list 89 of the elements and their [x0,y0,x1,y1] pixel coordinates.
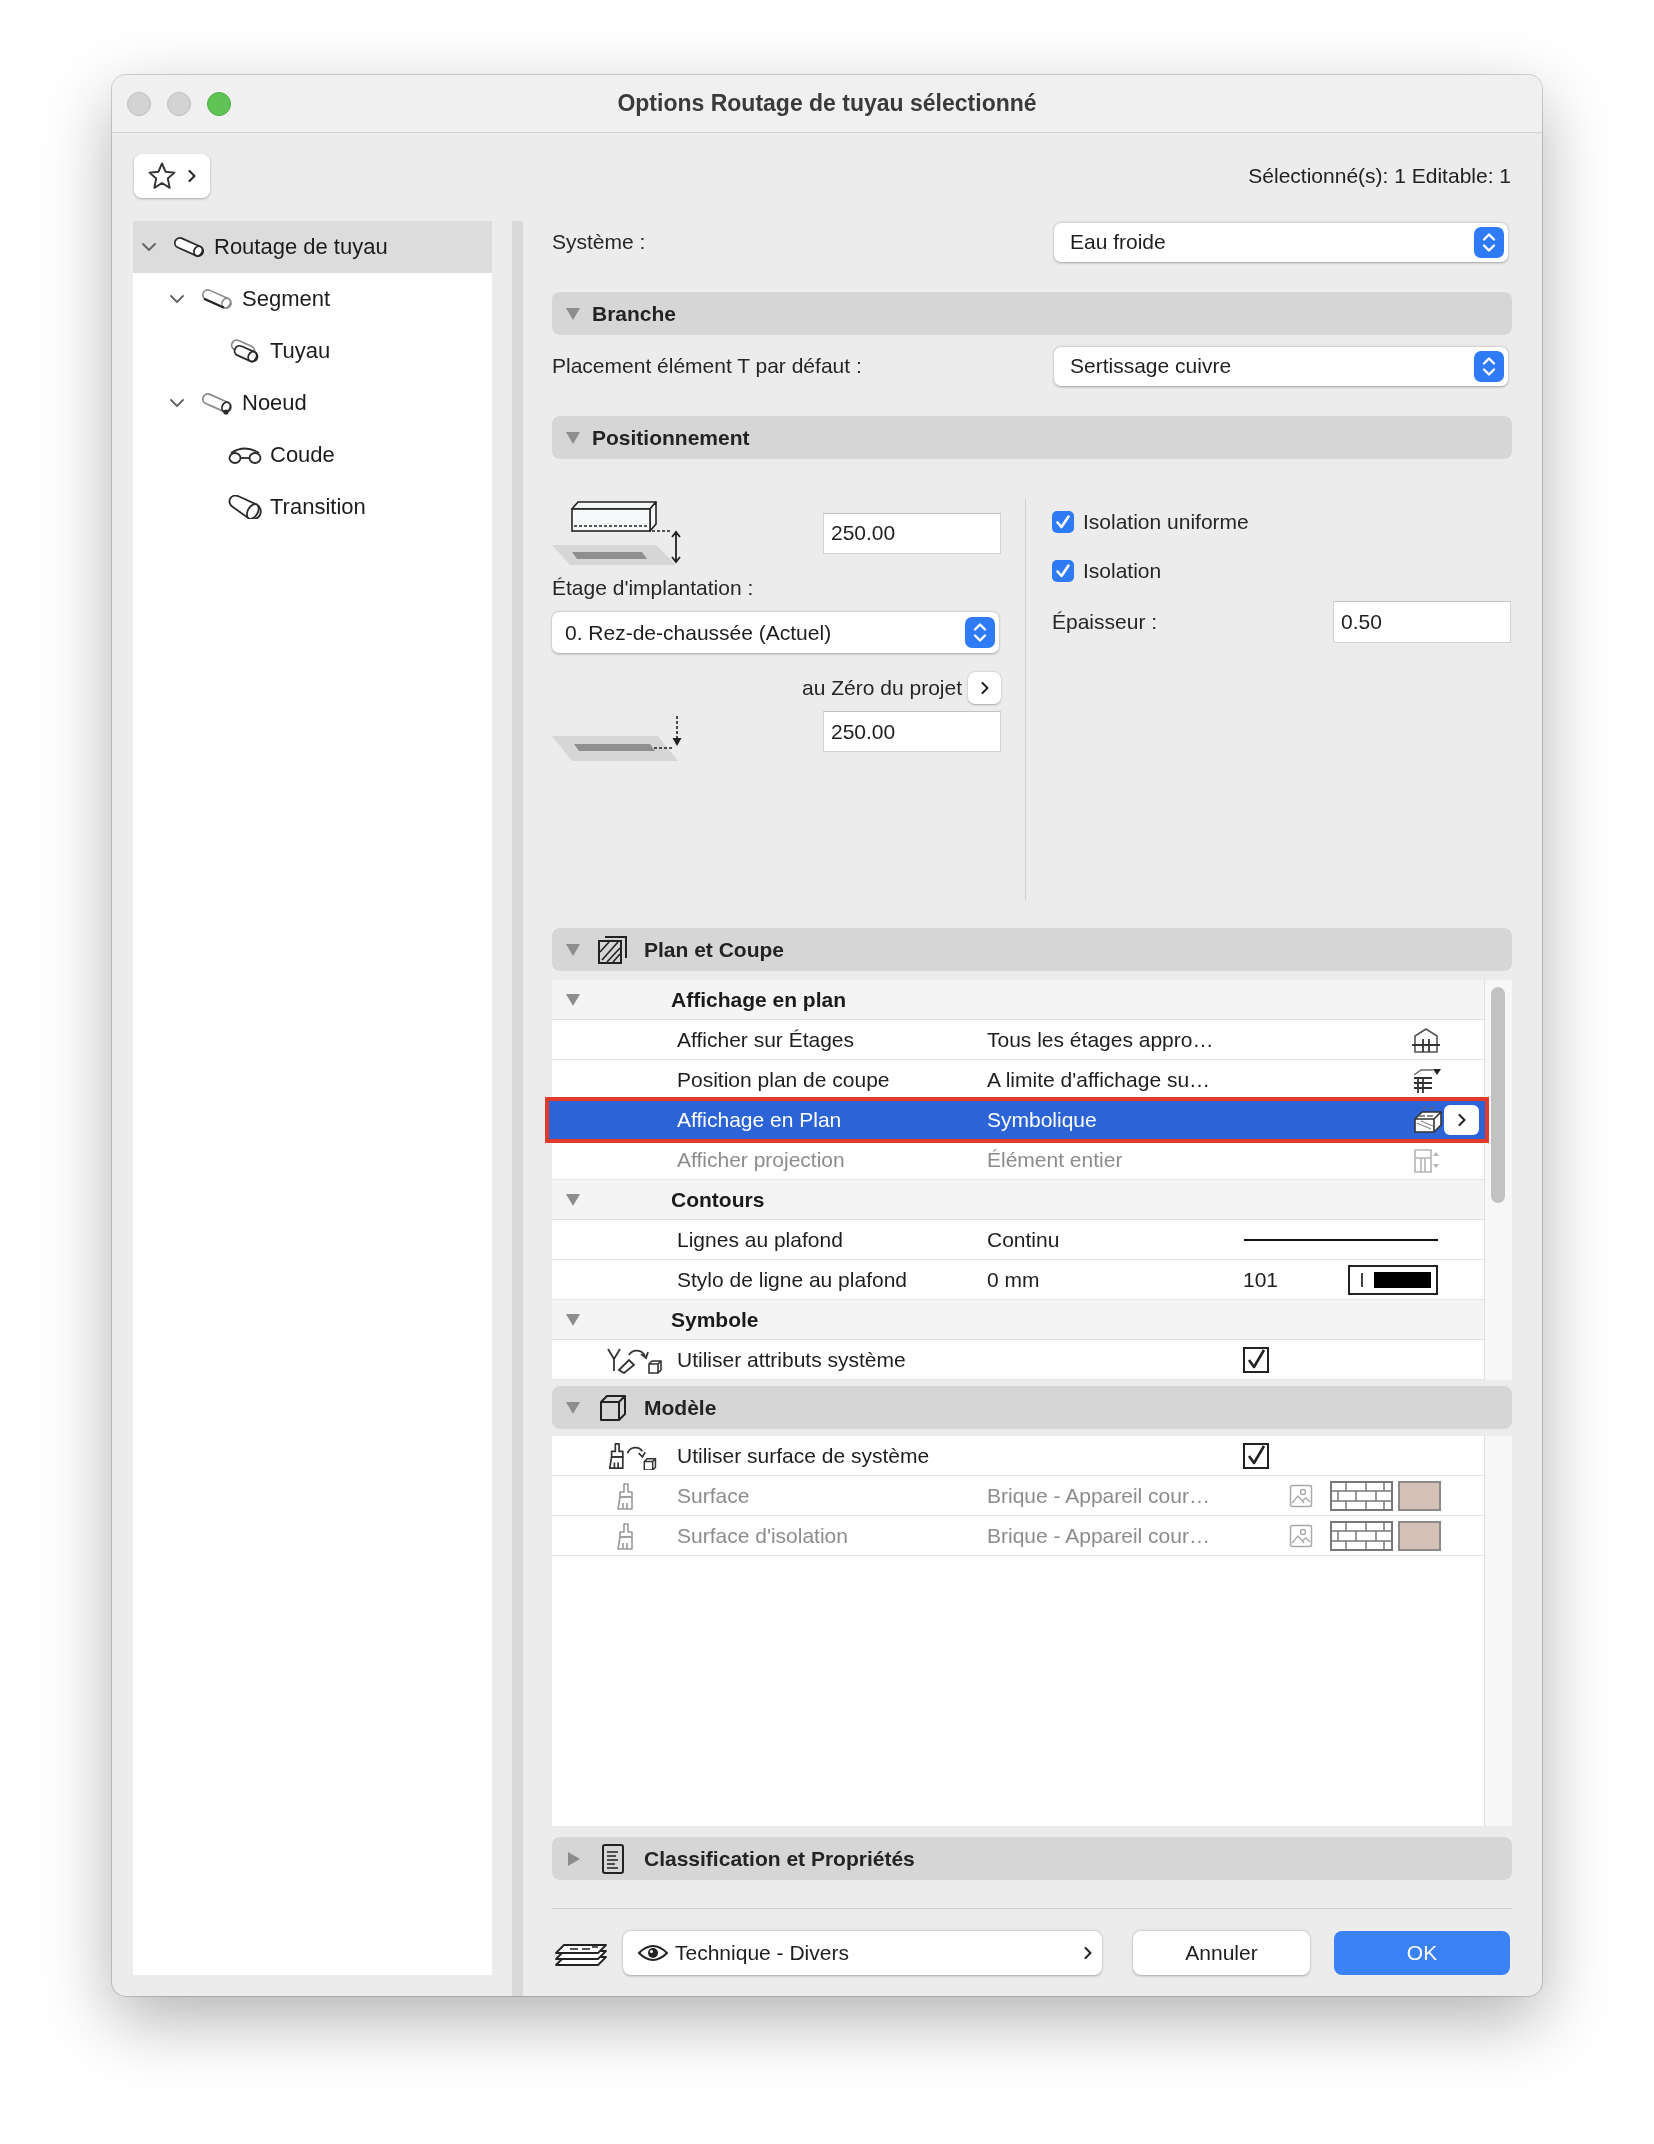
disclosure-triangle-icon[interactable] [565,1192,581,1207]
zoom-button[interactable] [207,91,231,116]
checkbox[interactable] [1243,1442,1269,1469]
reference-button[interactable] [968,672,1001,704]
disclosure-triangle-icon[interactable] [565,942,581,957]
property-name: Utiliser surface de système [677,1443,931,1468]
image-icon [1289,1483,1313,1508]
section-header[interactable]: Positionnement [552,416,1512,459]
disclosure-triangle-icon[interactable] [565,1312,581,1327]
group-header[interactable]: Contours [552,1180,1484,1220]
checkbox-label: Isolation uniforme [1083,510,1249,534]
section-header[interactable]: Plan et Coupe [552,928,1512,971]
cancel-button[interactable]: Annuler [1133,1931,1310,1975]
property-name: Surface [677,1483,751,1508]
property-name: Stylo de ligne au plafond [677,1267,908,1292]
chevron-icon [980,682,989,694]
box-symbol-icon [1413,1106,1443,1134]
thickness-input[interactable]: 0.50 [1333,601,1511,643]
property-row[interactable]: Affichage en Plan Symbolique [545,1097,1489,1143]
checkbox[interactable] [1243,1346,1269,1373]
section-header[interactable]: Branche [552,292,1512,335]
ok-button[interactable]: OK [1334,1931,1510,1975]
group-header[interactable]: Affichage en plan [552,980,1484,1020]
elevation-input[interactable]: 250.00 [823,711,1001,752]
tree-item[interactable]: Segment [133,273,492,325]
property-value: Continu [987,1227,1061,1252]
property-value: Symbolique [987,1108,1098,1132]
property-name: Position plan de coupe [677,1067,891,1092]
property-name: Afficher projection [677,1147,846,1172]
height-input[interactable]: 250.00 [823,512,1001,554]
property-name: Utiliser attributs système [677,1347,907,1372]
favorites-button[interactable] [134,154,210,198]
selection-info: Sélectionné(s): 1 Editable: 1 [1248,164,1511,188]
story-dropdown[interactable]: 0. Rez-de-chaussée (Actuel) [552,612,999,653]
hatched-square-icon [597,934,629,965]
field-label: Étage d'implantation : [552,575,755,601]
tree-item[interactable]: Tuyau [133,325,492,377]
stepper-icon [965,617,995,648]
pen-swatch-icon[interactable] [1348,1264,1438,1295]
scrollbar[interactable] [1484,1436,1512,1826]
disclosure-button[interactable] [1444,1105,1479,1135]
tree-item[interactable]: Routage de tuyau [133,221,492,273]
chevron-icon [1457,1114,1466,1126]
star-icon [147,161,177,191]
pen-number: 101 [1243,1267,1279,1292]
field-label: Système : [552,230,646,254]
property-value: Élément entier [987,1147,1124,1172]
scrollbar[interactable] [1484,980,1512,1380]
property-name: Afficher sur Étages [677,1027,856,1052]
stepper-icon [1474,226,1504,258]
field-label: Épaisseur : [1052,610,1158,634]
image-icon [1289,1523,1313,1548]
checkbox[interactable] [1052,560,1074,582]
property-name: Surface d'isolation [677,1523,849,1548]
section-header[interactable]: Modèle [552,1386,1512,1429]
box-on-slab-icon [552,499,684,567]
property-value: Tous les étages appro… [987,1027,1215,1052]
field-label: au Zéro du projet [802,676,962,700]
floors-icon [1411,1025,1441,1054]
tree-item[interactable]: Coude [133,429,492,481]
disclosure-triangle-icon[interactable] [565,1851,581,1866]
layer-dropdown[interactable]: Technique - Divers [623,1931,1102,1975]
property-name: Affichage en Plan [677,1108,843,1132]
property-name: Lignes au plafond [677,1227,844,1252]
field-label: Placement élément T par défaut : [552,354,862,378]
checkbox-label: Isolation [1083,559,1162,583]
disclosure-triangle-icon[interactable] [565,306,581,321]
disclosure-triangle-icon[interactable] [565,1400,581,1415]
disclosure-triangle-icon[interactable] [565,430,581,445]
property-value: Brique - Appareil cour… [987,1483,1211,1508]
chevron-icon [188,170,196,182]
stepper-icon [1474,350,1504,382]
window-title: Options Routage de tuyau sélectionné [617,90,1037,117]
checkbox[interactable] [1052,511,1074,533]
scrollbar-thumb[interactable] [1491,987,1505,1203]
eye-icon [637,1943,669,1963]
property-value: 0 mm [987,1267,1041,1292]
disclosure-triangle-icon[interactable] [565,992,581,1007]
group-header[interactable]: Symbole [552,1300,1484,1340]
property-value: Brique - Appareil cour… [987,1523,1211,1548]
tee-dropdown[interactable]: Sertissage cuivre [1054,346,1508,386]
tree-item[interactable]: Transition [133,481,492,533]
system-dropdown[interactable]: Eau froide [1054,222,1508,262]
chevron-icon [1084,1947,1092,1959]
property-value: A limite d'affichage su… [987,1067,1212,1092]
section-header[interactable]: Classification et Propriétés [552,1837,1512,1880]
tree-item[interactable]: Noeud [133,377,492,429]
cube-icon [597,1392,629,1423]
pipe-transition-icon [227,495,263,519]
